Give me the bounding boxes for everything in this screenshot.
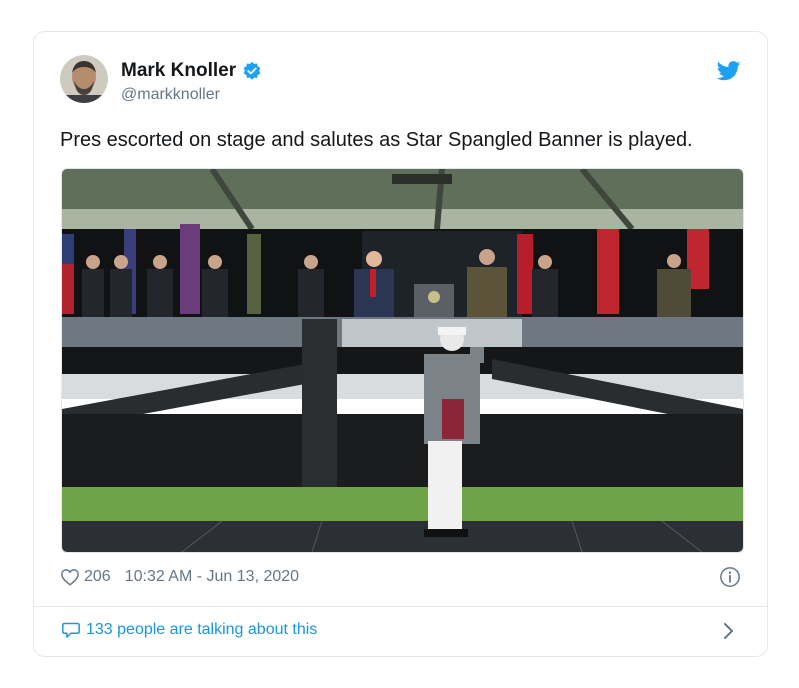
conversation-text[interactable]: 133 people are talking about this xyxy=(86,621,317,639)
heart-icon[interactable] xyxy=(60,568,80,586)
speech-bubble-icon xyxy=(62,622,80,638)
tweet-text: Pres escorted on stage and salutes as St… xyxy=(60,129,693,151)
verified-badge-icon xyxy=(243,61,261,80)
author-name[interactable]: Mark Knoller xyxy=(121,60,236,82)
tweet-card[interactable]: Mark Knoller @markknoller Pres escorted … xyxy=(33,31,768,657)
info-icon[interactable] xyxy=(719,566,741,588)
divider xyxy=(34,606,767,607)
tweet-meta: 206 10:32 AM - Jun 13, 2020 xyxy=(60,568,299,586)
tweet-media-image[interactable] xyxy=(61,168,744,553)
conversation-link[interactable]: 133 people are talking about this xyxy=(61,621,317,639)
tweet-timestamp[interactable]: 10:32 AM - Jun 13, 2020 xyxy=(125,568,299,586)
avatar[interactable] xyxy=(60,55,108,103)
author-name-row[interactable]: Mark Knoller xyxy=(121,60,262,82)
twitter-bird-icon[interactable] xyxy=(717,61,741,81)
chevron-right-icon[interactable] xyxy=(723,622,735,640)
like-count[interactable]: 206 xyxy=(84,568,111,586)
author-handle[interactable]: @markknoller xyxy=(121,86,220,104)
ceremony-scene xyxy=(62,169,743,552)
